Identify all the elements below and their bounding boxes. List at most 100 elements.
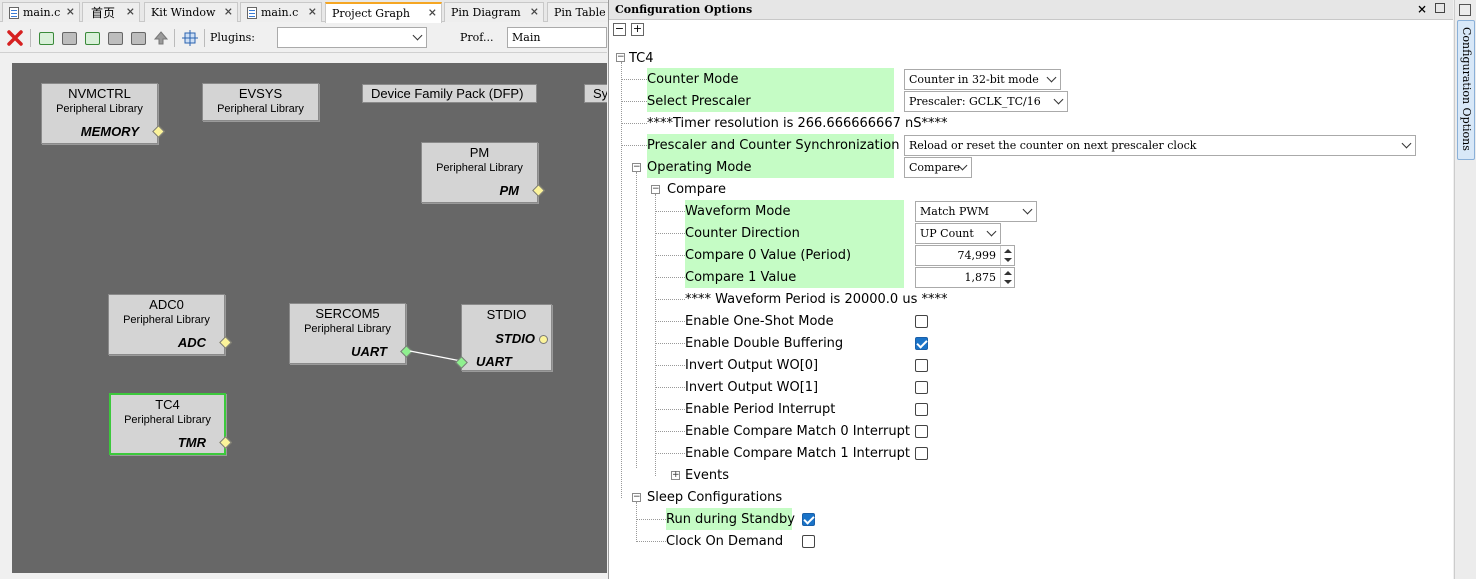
spinner-arrows-icon[interactable] <box>1000 246 1014 265</box>
close-icon[interactable]: × <box>530 5 539 18</box>
fit-view-button[interactable] <box>180 28 200 48</box>
profile-label: Prof... <box>460 31 494 44</box>
box-button-1[interactable] <box>59 28 79 48</box>
operating-mode-label: Operating Mode <box>647 156 894 178</box>
chevron-down-icon <box>1022 204 1033 215</box>
box-icon <box>130 31 146 45</box>
collapse-all-button[interactable]: − <box>613 23 626 36</box>
one-shot-checkbox[interactable] <box>915 315 928 328</box>
counter-mode-label: Counter Mode <box>647 68 894 90</box>
port-circle-icon[interactable] <box>539 335 548 344</box>
invert-wo1-label: Invert Output WO[1] <box>685 379 819 395</box>
select-prescaler-label: Select Prescaler <box>647 90 894 112</box>
tab-home[interactable]: 首页 × <box>82 2 140 22</box>
compare0-spinner[interactable]: 74,999 <box>915 245 1015 266</box>
close-icon[interactable]: × <box>428 6 437 19</box>
one-shot-label: Enable One-Shot Mode <box>685 313 834 329</box>
add-box-icon <box>38 31 54 45</box>
tab-pin-diagram[interactable]: Pin Diagram × <box>444 2 544 22</box>
maximize-icon[interactable] <box>1435 3 1445 13</box>
configuration-options-panel: Configuration Options × − + − TC4 Counte… <box>608 0 1453 579</box>
collapse-icon[interactable]: − <box>632 493 641 502</box>
cm0-interrupt-checkbox[interactable] <box>915 425 928 438</box>
tab-project-graph[interactable]: Project Graph × <box>325 2 442 23</box>
sleep-config-node[interactable]: Sleep Configurations <box>647 486 782 508</box>
move-up-button[interactable] <box>151 28 171 48</box>
project-graph-canvas[interactable]: NVMCTRL Peripheral Library MEMORY EVSYS … <box>12 63 607 573</box>
add-component-button[interactable] <box>36 28 56 48</box>
import-icon <box>84 31 100 45</box>
red-x-icon <box>7 30 23 46</box>
chevron-down-icon <box>412 30 423 41</box>
tab-main-c-2[interactable]: main.c × <box>240 2 322 22</box>
profile-dropdown[interactable]: Main <box>507 27 607 48</box>
counter-mode-dropdown[interactable]: Counter in 32-bit mode <box>904 69 1061 90</box>
close-icon[interactable]: × <box>308 5 317 18</box>
chevron-down-icon <box>1053 94 1064 105</box>
chevron-down-icon <box>986 226 997 237</box>
waveform-period-text: **** Waveform Period is 20000.0 us **** <box>685 291 948 307</box>
period-interrupt-checkbox[interactable] <box>915 403 928 416</box>
config-title-bar: Configuration Options × <box>609 0 1453 20</box>
node-tc4[interactable]: TC4 Peripheral Library TMR <box>109 393 232 455</box>
arrow-up-icon <box>153 31 169 45</box>
collapse-icon[interactable]: − <box>651 185 660 194</box>
collapse-icon[interactable]: − <box>632 163 641 172</box>
close-icon[interactable]: × <box>224 5 233 18</box>
events-node[interactable]: Events <box>685 464 729 486</box>
operating-mode-dropdown[interactable]: Compare <box>904 157 972 178</box>
close-icon[interactable]: × <box>126 5 135 18</box>
compare1-label: Compare 1 Value <box>685 266 904 288</box>
close-icon[interactable]: × <box>66 5 75 18</box>
tab-kit-window[interactable]: Kit Window × <box>144 2 238 22</box>
chevron-down-icon <box>1046 72 1057 83</box>
close-icon[interactable]: × <box>1417 2 1427 16</box>
run-standby-checkbox[interactable] <box>802 513 815 526</box>
compare-node[interactable]: Compare <box>667 178 726 200</box>
plugins-dropdown[interactable] <box>277 27 427 48</box>
graph-toolbar: Plugins: Prof... Main <box>0 23 607 53</box>
config-toolbar: − + <box>609 20 1453 42</box>
editor-tab-bar: main.c × 首页 × Kit Window × main.c × Proj… <box>0 0 609 23</box>
double-buffering-checkbox[interactable] <box>915 337 928 350</box>
collapse-icon[interactable]: − <box>616 53 625 62</box>
target-icon <box>182 30 198 46</box>
node-stdio[interactable]: STDIO STDIO UART <box>455 304 552 371</box>
expand-icon[interactable]: + <box>671 471 680 480</box>
box-button-2[interactable] <box>105 28 125 48</box>
spinner-arrows-icon[interactable] <box>1000 268 1014 287</box>
cm1-interrupt-label: Enable Compare Match 1 Interrupt <box>685 445 910 461</box>
plugins-label: Plugins: <box>210 31 255 44</box>
compare0-label: Compare 0 Value (Period) <box>685 244 904 266</box>
invert-wo0-checkbox[interactable] <box>915 359 928 372</box>
cm0-interrupt-label: Enable Compare Match 0 Interrupt <box>685 423 910 439</box>
expand-all-button[interactable]: + <box>631 23 644 36</box>
compare1-spinner[interactable]: 1,875 <box>915 267 1015 288</box>
counter-direction-dropdown[interactable]: UP Count <box>915 223 1001 244</box>
tab-pin-table[interactable]: Pin Table <box>547 2 609 22</box>
c-file-icon <box>247 6 257 19</box>
double-buffering-label: Enable Double Buffering <box>685 335 844 351</box>
delete-button[interactable] <box>5 28 25 48</box>
run-standby-label: Run during Standby <box>666 508 795 530</box>
box-button-3[interactable] <box>128 28 148 48</box>
waveform-mode-dropdown[interactable]: Match PWM <box>915 201 1037 222</box>
prescaler-sync-label: Prescaler and Counter Synchronization <box>647 134 899 156</box>
invert-wo0-label: Invert Output WO[0] <box>685 357 819 373</box>
box-icon <box>61 31 77 45</box>
clock-on-demand-label: Clock On Demand <box>666 533 784 549</box>
config-options-side-tab[interactable]: Configuration Options <box>1457 20 1475 160</box>
prescaler-sync-dropdown[interactable]: Reload or reset the counter on next pres… <box>904 135 1416 156</box>
prescaler-dropdown[interactable]: Prescaler: GCLK_TC/16 <box>904 91 1068 112</box>
cm1-interrupt-checkbox[interactable] <box>915 447 928 460</box>
c-file-icon <box>9 6 19 19</box>
side-panel-strip: Configuration Options <box>1454 0 1476 579</box>
tree-root-tc4[interactable]: TC4 <box>629 47 654 69</box>
counter-direction-label: Counter Direction <box>685 222 904 244</box>
restore-window-icon[interactable] <box>1459 4 1471 16</box>
tab-main-c-1[interactable]: main.c × <box>2 2 80 22</box>
clock-on-demand-checkbox[interactable] <box>802 535 815 548</box>
timer-resolution-text: ****Timer resolution is 266.666666667 nS… <box>647 115 948 131</box>
invert-wo1-checkbox[interactable] <box>915 381 928 394</box>
import-button[interactable] <box>82 28 102 48</box>
